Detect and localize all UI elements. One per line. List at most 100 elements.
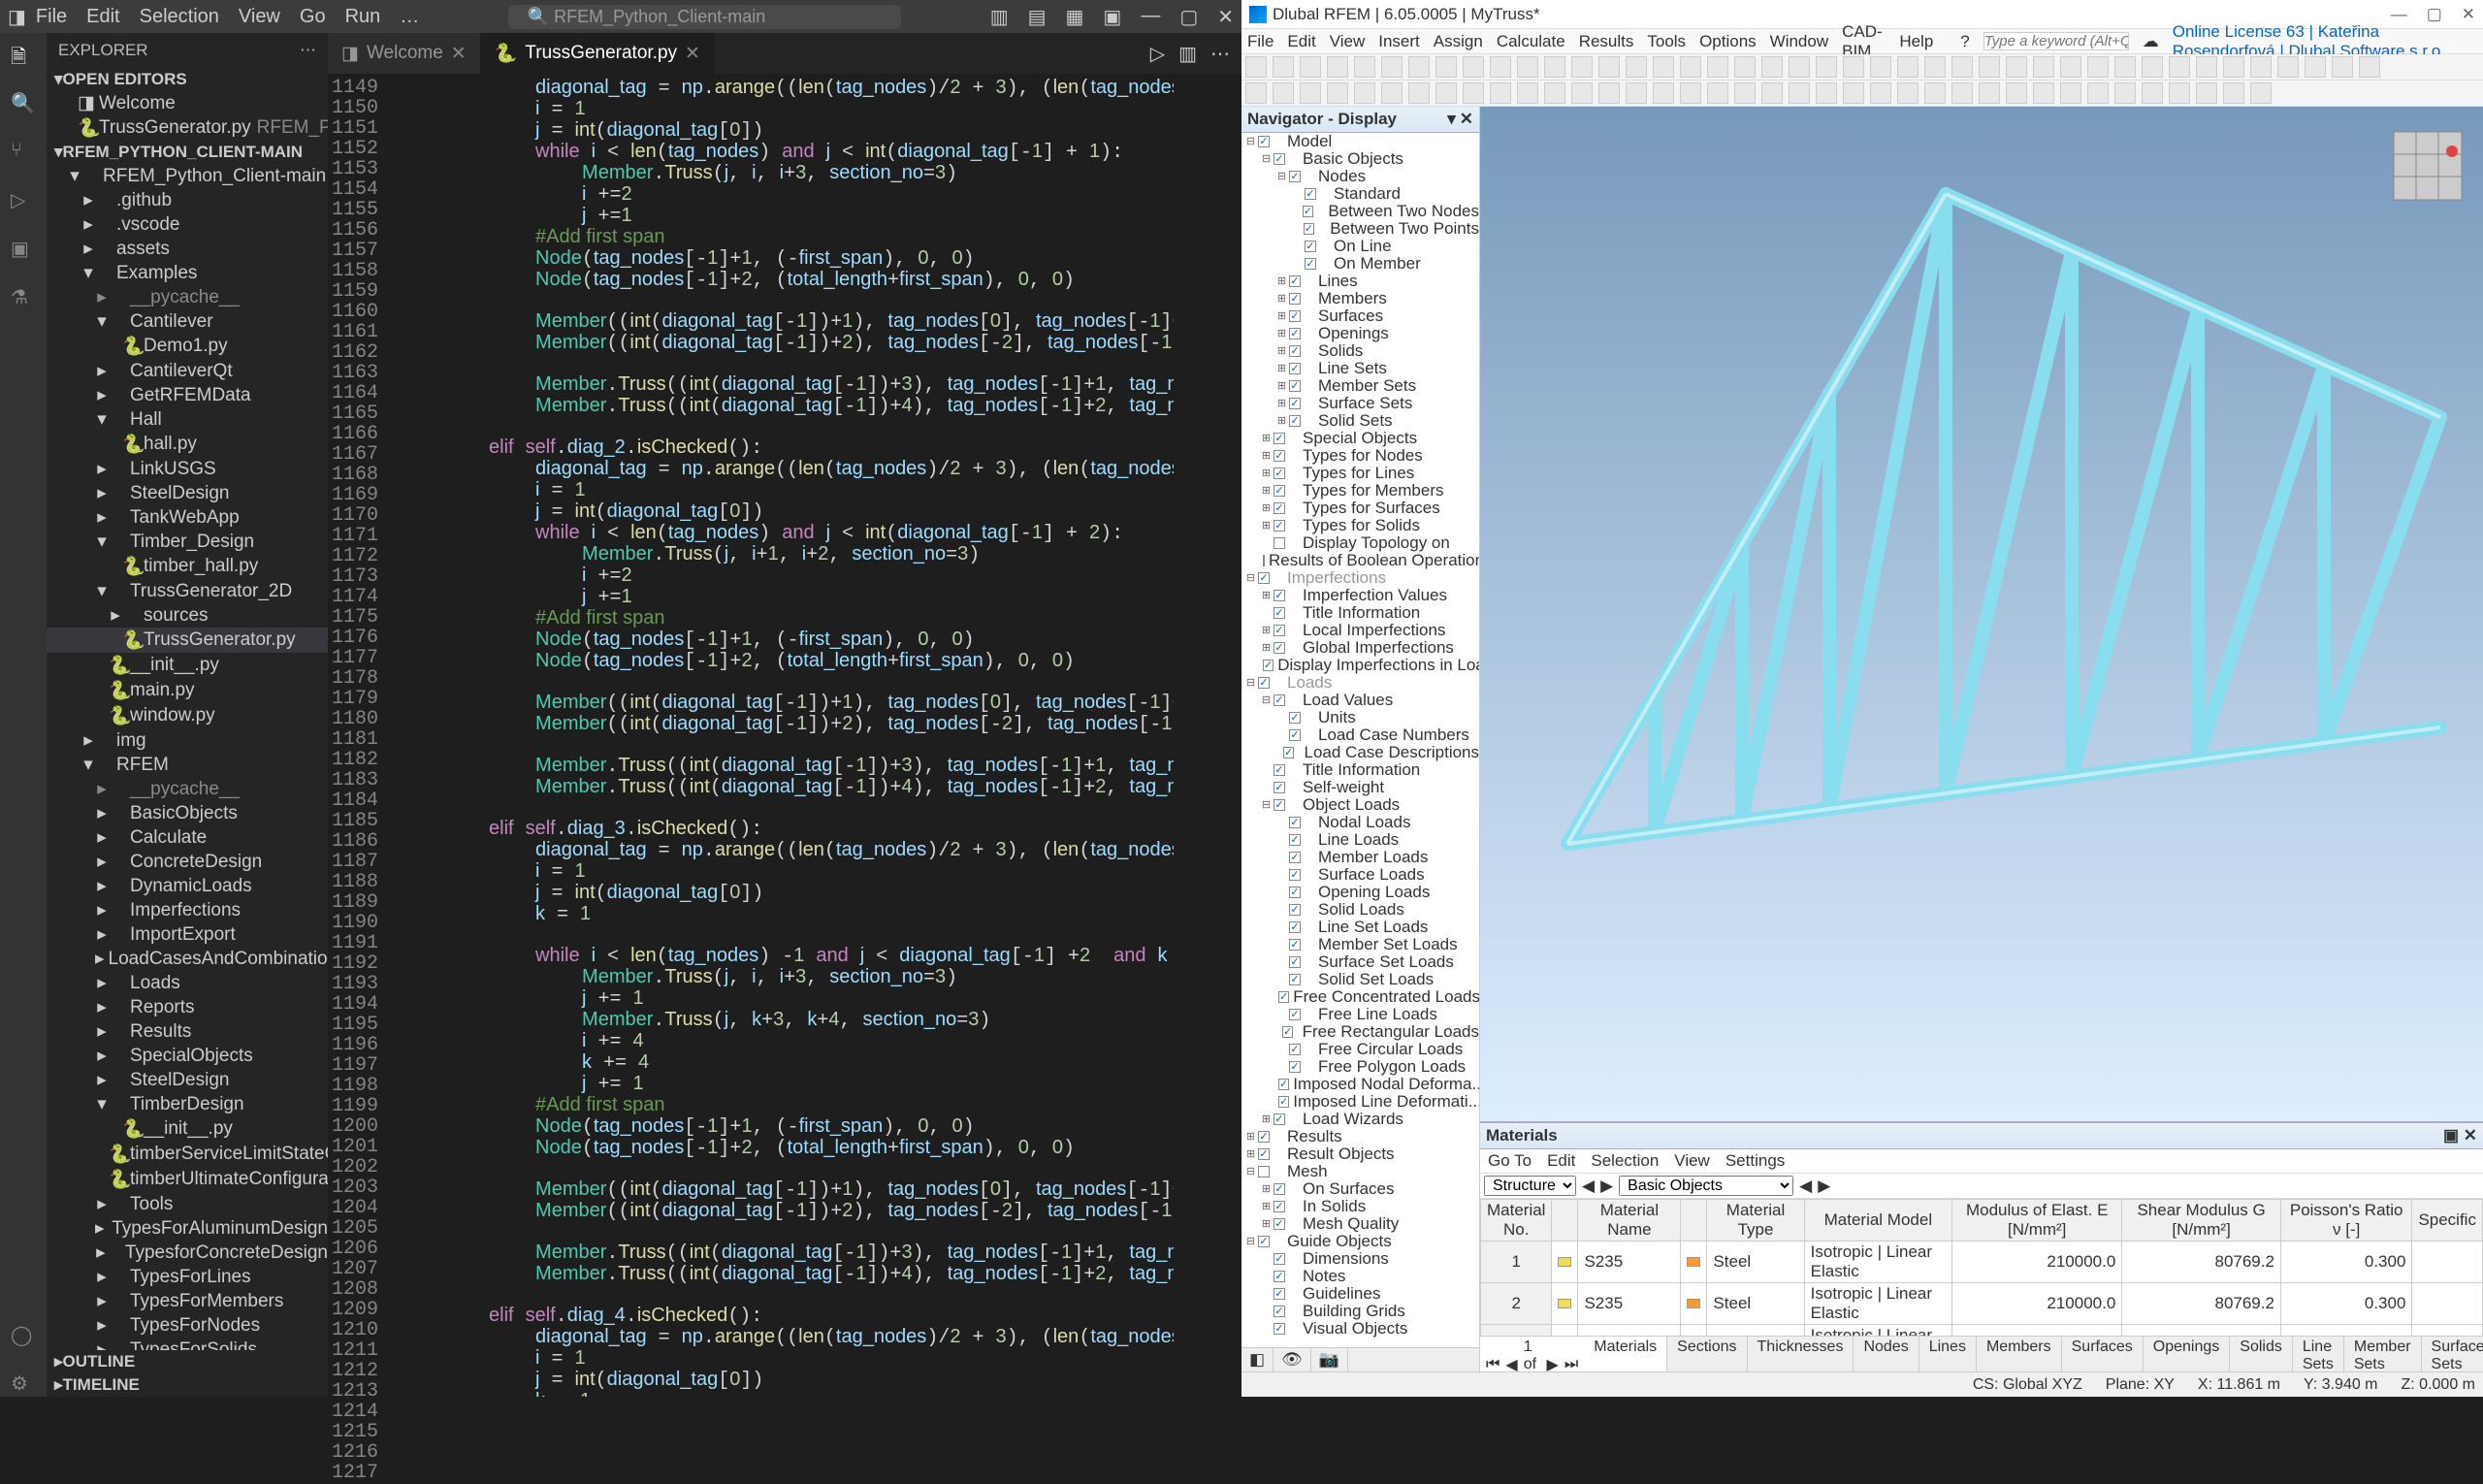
nav-tree-item[interactable]: ✓Line Loads — [1242, 831, 1479, 849]
folder-item[interactable]: ▸Results — [47, 1019, 328, 1044]
toolbar-button[interactable] — [1626, 82, 1647, 104]
navigator-bottom-tabs[interactable]: ◧ 👁 📷 — [1242, 1347, 1479, 1371]
help-icon[interactable]: ? — [1960, 32, 1969, 51]
nav-tree-item[interactable]: ⊞✓Member Sets — [1242, 377, 1479, 395]
menu-item[interactable]: Selection — [140, 6, 219, 28]
nav-tree-item[interactable]: ✓Title Information — [1242, 604, 1479, 622]
nav-tree-item[interactable]: ✓Free Line Loads — [1242, 1006, 1479, 1023]
editor-tab-actions[interactable]: ▷▥⋯ — [1150, 33, 1242, 74]
folder-item[interactable]: ▸assets — [47, 237, 328, 261]
menu-item[interactable]: View — [1674, 1151, 1710, 1171]
file-item[interactable]: 🐍Demo1.py — [47, 334, 328, 359]
file-item[interactable]: 🐍timberUltimateConfiguration... — [47, 1167, 328, 1192]
nav-tree-item[interactable]: ✓On Member — [1242, 255, 1479, 273]
toolbar-button[interactable] — [2142, 56, 2163, 78]
folder-item[interactable]: ▾RFEM_Python_Client-main — [47, 164, 328, 188]
structure-select[interactable]: Structure — [1484, 1176, 1576, 1196]
open-editors-section[interactable]: ▾ OPEN EDITORS — [47, 68, 328, 91]
toolbar-button[interactable] — [1951, 82, 1973, 104]
folder-item[interactable]: ▸LinkUSGS — [47, 457, 328, 481]
nav-tree-item[interactable]: ✓Between Two Points — [1242, 220, 1479, 238]
folder-item[interactable]: ▸ImportExport — [47, 922, 328, 947]
toolbar-button[interactable] — [1951, 56, 1973, 78]
pin-icon[interactable]: ▾ — [1447, 110, 1456, 129]
column-header[interactable]: Specific — [2412, 1200, 2483, 1242]
editor-tab[interactable]: ◨Welcome✕ — [328, 33, 481, 74]
nav-tree-item[interactable]: ✓Self-weight — [1242, 779, 1479, 796]
nav-tab[interactable]: ◧ — [1242, 1348, 1274, 1371]
nav-tree-item[interactable]: ✓Free Rectangular Loads — [1242, 1023, 1479, 1041]
nav-tree-item[interactable]: ⊞✓On Surfaces — [1242, 1180, 1479, 1198]
menu-item[interactable]: File — [1247, 32, 1274, 51]
toolbar-button[interactable] — [1381, 56, 1403, 78]
toolbar-button[interactable] — [1544, 56, 1565, 78]
toolbar-button[interactable] — [1300, 82, 1321, 104]
nav-prev-icon[interactable]: ◀ — [1799, 1177, 1812, 1196]
menu-item[interactable]: Tools — [1647, 32, 1686, 51]
toolbar-button[interactable] — [1924, 82, 1946, 104]
nav-tab[interactable]: 👁 — [1274, 1348, 1311, 1371]
materials-toolbar[interactable]: Structure ◀▶ Basic Objects ◀▶ — [1480, 1174, 2483, 1199]
nav-tree-item[interactable]: ⊞✓Imperfection Values — [1242, 587, 1479, 604]
nav-tree-item[interactable]: ✓Notes — [1242, 1268, 1479, 1285]
folder-item[interactable]: ▸TypesForLines — [47, 1265, 328, 1289]
column-header[interactable]: Material No. — [1481, 1200, 1552, 1242]
menu-item[interactable]: Settings — [1725, 1151, 1785, 1171]
nav-tree-item[interactable]: ✓Solid Set Loads — [1242, 971, 1479, 988]
window-controls[interactable]: ▥ ▤ ▦ ▣ ― ▢ ✕ — [990, 5, 1234, 29]
toolbar-button[interactable] — [1707, 56, 1728, 78]
folder-item[interactable]: ▸Tools — [47, 1192, 328, 1216]
toolbar-button[interactable] — [1979, 56, 2000, 78]
nav-tree-item[interactable]: ⊞✓Special Objects — [1242, 430, 1479, 447]
column-header[interactable] — [1681, 1200, 1707, 1242]
menu-item[interactable]: Selection — [1591, 1151, 1659, 1171]
toolbar-button[interactable] — [1789, 82, 1810, 104]
menu-item[interactable]: View — [239, 6, 280, 28]
layout-icon[interactable]: ▤ — [1028, 5, 1047, 29]
nav-next-icon[interactable]: ▶ — [1818, 1177, 1830, 1196]
nav-tree-item[interactable]: Display Topology on — [1242, 534, 1479, 552]
toolbar-button[interactable] — [1327, 82, 1348, 104]
nav-tab[interactable]: 📷 — [1311, 1348, 1348, 1371]
file-item[interactable]: 🐍__init__.py — [47, 1116, 328, 1142]
nav-tree-item[interactable]: Results of Boolean Operations — [1242, 552, 1479, 569]
nav-tree-item[interactable]: ✓On Line — [1242, 238, 1479, 255]
nav-tree-item[interactable]: ⊟✓Basic Objects — [1242, 150, 1479, 168]
toolbar-button[interactable] — [2196, 56, 2217, 78]
toolbar-button[interactable] — [1408, 82, 1430, 104]
menu-item[interactable]: Edit — [86, 6, 119, 28]
close-icon[interactable]: ✕ — [2464, 1126, 2477, 1145]
nav-tree-item[interactable]: ✓Member Set Loads — [1242, 936, 1479, 953]
rfem-viewport[interactable] — [1480, 107, 2483, 1121]
nav-tree-item[interactable]: ⊞✓Lines — [1242, 273, 1479, 290]
nav-tree-item[interactable]: ⊞✓Local Imperfections — [1242, 622, 1479, 639]
folder-item[interactable]: ▸TypesforConcreteDesign — [47, 1241, 328, 1265]
column-header[interactable]: Material Model — [1804, 1200, 1951, 1242]
toolbar-button[interactable] — [2169, 82, 2190, 104]
toolbar-button[interactable] — [1870, 56, 1891, 78]
nav-tree-item[interactable]: ✓Standard — [1242, 185, 1479, 203]
open-editor-item[interactable]: ◨Welcome — [47, 91, 328, 115]
toolbar-button[interactable] — [2332, 56, 2353, 78]
minimap[interactable] — [1174, 74, 1242, 1397]
toolbar-button[interactable] — [2006, 56, 2027, 78]
navigator-tree[interactable]: ⊟✓Model⊟✓Basic Objects⊟✓Nodes✓Standard✓B… — [1242, 133, 1479, 1347]
toolbar-button[interactable] — [1789, 56, 1810, 78]
folder-item[interactable]: ▸Imperfections — [47, 898, 328, 922]
folder-item[interactable]: ▸SteelDesign — [47, 1068, 328, 1092]
nav-tree-item[interactable]: ⊞✓Types for Nodes — [1242, 447, 1479, 465]
nav-tree-item[interactable]: ⊟✓Nodes — [1242, 168, 1479, 185]
toolbar-button[interactable] — [1435, 56, 1457, 78]
file-item[interactable]: 🐍window.py — [47, 703, 328, 728]
nav-tree-item[interactable]: ✓Surface Set Loads — [1242, 953, 1479, 971]
folder-item[interactable]: ▸TypesForMembers — [47, 1289, 328, 1313]
folder-item[interactable]: ▸LoadCasesAndCombinations — [47, 947, 328, 971]
folder-item[interactable]: ▾Hall — [47, 407, 328, 432]
nav-tree-item[interactable]: ⊞✓Openings — [1242, 325, 1479, 342]
folder-item[interactable]: ▸.vscode — [47, 212, 328, 237]
menu-item[interactable]: Insert — [1378, 32, 1420, 51]
folder-item[interactable]: ▸CantileverQt — [47, 359, 328, 383]
nav-tree-item[interactable]: ✓Imposed Nodal Deforma... — [1242, 1076, 1479, 1093]
toolbar-button[interactable] — [2114, 82, 2136, 104]
toolbar-button[interactable] — [1843, 82, 1864, 104]
